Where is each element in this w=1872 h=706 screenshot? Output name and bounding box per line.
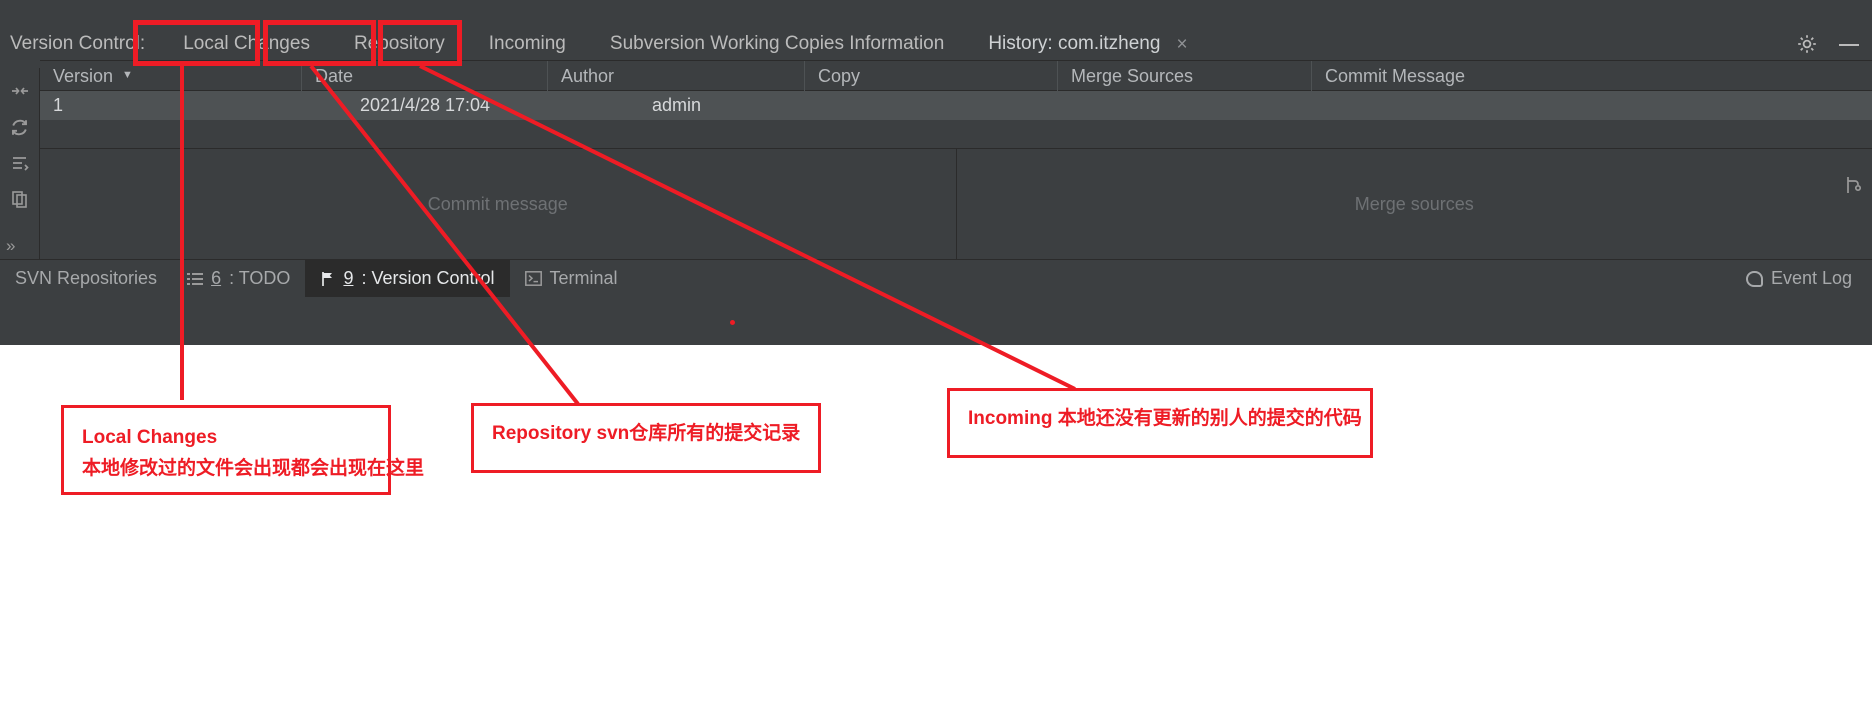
annotation-incoming-line-1: Incoming 本地还没有更新的别人的提交的代码: [968, 408, 1362, 429]
connector-incoming: [419, 64, 1076, 391]
stray-dot: [730, 320, 735, 325]
screenshot-root: Version Control: Local Changes Repositor…: [0, 0, 1872, 706]
annotation-local-changes-line-1: Local Changes: [82, 427, 218, 448]
annotation-repository-line-1: Repository svn仓库所有的提交记录: [492, 423, 801, 444]
connector-repository: [309, 64, 580, 406]
annotation-note-incoming: Incoming 本地还没有更新的别人的提交的代码: [947, 388, 1373, 458]
annotation-connectors: [180, 64, 1076, 406]
annotation-local-changes-line-2: 本地修改过的文件会出现都会出现在这里: [82, 458, 425, 479]
annotation-note-repository: Repository svn仓库所有的提交记录: [471, 403, 821, 473]
annotation-note-local-changes: Local Changes 本地修改过的文件会出现都会出现在这里: [61, 405, 425, 495]
